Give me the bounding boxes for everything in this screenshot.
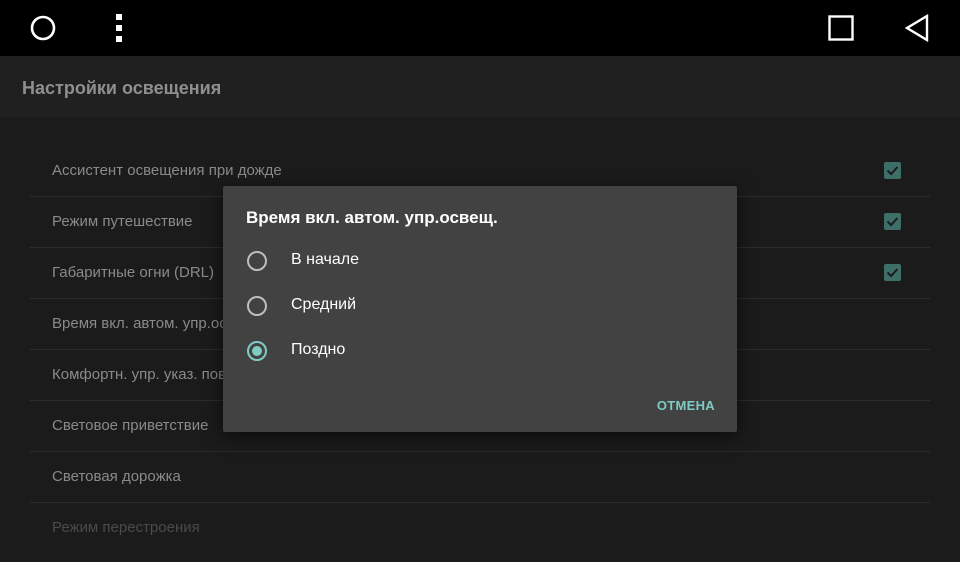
option-label: В начале	[291, 251, 359, 268]
checkmark-icon	[886, 166, 899, 176]
menu-button[interactable]	[98, 0, 140, 56]
radio-button[interactable]	[247, 251, 267, 271]
setting-label: Режим перестроения	[52, 519, 200, 536]
page-title: Настройки освещения	[22, 78, 222, 98]
checkmark-icon	[886, 217, 899, 227]
cancel-button[interactable]: ОТМЕНА	[647, 392, 725, 418]
triangle-back-icon	[904, 14, 929, 42]
back-button[interactable]	[894, 0, 940, 56]
setting-checkbox[interactable]	[884, 213, 901, 230]
setting-label: Габаритные огни (DRL)	[52, 264, 215, 281]
app-bar: Настройки освещения	[0, 56, 960, 118]
screen: Настройки освещения Ассистент освещения …	[0, 0, 960, 562]
setting-checkbox[interactable]	[884, 162, 901, 179]
radio-button[interactable]	[247, 296, 267, 316]
square-recents-icon	[828, 15, 854, 41]
option-label: Поздно	[291, 341, 346, 358]
checkmark-icon	[886, 268, 899, 278]
option-label: Средний	[291, 296, 357, 313]
home-button[interactable]	[20, 0, 66, 56]
dialog-title: Время вкл. автом. упр.освещ.	[246, 208, 498, 227]
option-medium[interactable]: Средний	[223, 283, 737, 327]
option-early[interactable]: В начале	[223, 238, 737, 282]
setting-lane-change-mode[interactable]: Режим перестроения	[30, 503, 930, 554]
setting-label: Световое приветствие	[52, 417, 209, 434]
radio-dot	[252, 346, 262, 356]
vertical-dots-menu-icon	[116, 14, 122, 42]
radio-button-selected[interactable]	[247, 341, 267, 361]
option-late[interactable]: Поздно	[223, 328, 737, 372]
setting-label: Световая дорожка	[52, 468, 181, 485]
setting-label: Ассистент освещения при дожде	[52, 162, 282, 179]
setting-checkbox[interactable]	[884, 264, 901, 281]
navigation-bar	[0, 0, 960, 56]
recents-button[interactable]	[818, 0, 864, 56]
selection-dialog: Время вкл. автом. упр.освещ. В начале Ср…	[223, 186, 737, 432]
circle-home-icon	[30, 15, 56, 41]
setting-light-path[interactable]: Световая дорожка	[30, 452, 930, 503]
setting-label: Режим путешествие	[52, 213, 193, 230]
